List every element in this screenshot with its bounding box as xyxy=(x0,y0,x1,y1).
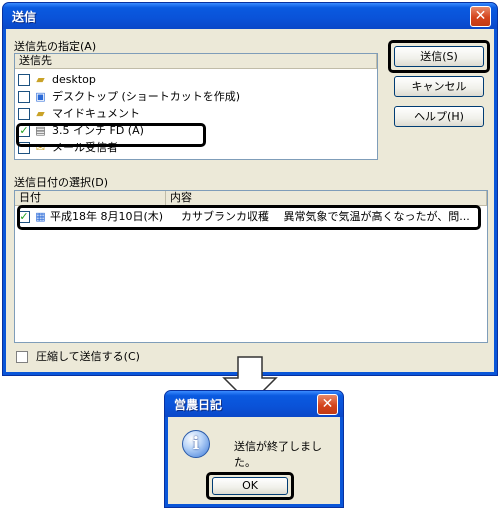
folder-icon: ▰ xyxy=(36,73,45,86)
dest-checkbox[interactable] xyxy=(18,91,30,103)
floppy-highlight-frame xyxy=(16,123,206,147)
compress-label: 圧縮して送信する(C) xyxy=(36,350,140,363)
close-icon[interactable]: ✕ xyxy=(317,394,338,415)
message-text: 送信が終了しました。 xyxy=(234,440,322,469)
dest-group-label: 送信先の指定(A) xyxy=(14,40,97,53)
message-box: 営農日記 ✕ i 送信が終了しました。 OK xyxy=(164,390,344,508)
date-row-highlight-frame xyxy=(17,205,481,230)
dest-checkbox[interactable] xyxy=(18,74,30,86)
dest-item-label: desktop xyxy=(52,73,96,86)
info-icon: i xyxy=(182,430,210,458)
ok-highlight-frame xyxy=(206,472,294,500)
help-button[interactable]: ヘルプ(H) xyxy=(394,106,484,127)
message-box-titlebar[interactable]: 営農日記 ✕ xyxy=(165,391,343,417)
date-group-label: 送信日付の選択(D) xyxy=(14,176,109,189)
date-column-header[interactable]: 日付 xyxy=(15,191,166,206)
close-icon[interactable]: ✕ xyxy=(470,6,491,27)
send-dialog-body: 送信先の指定(A) 送信先 ▰ desktop ▣ デスクトップ (ショートカッ… xyxy=(6,29,494,372)
compress-checkbox[interactable] xyxy=(16,351,28,363)
send-dialog-title: 送信 xyxy=(12,10,37,24)
message-box-title: 営農日記 xyxy=(174,398,223,412)
dest-column-header[interactable]: 送信先 xyxy=(15,54,377,69)
content-column-header[interactable]: 内容 xyxy=(166,191,487,206)
dest-item-label: デスクトップ (ショートカットを作成) xyxy=(52,90,241,103)
dest-item-label: マイドキュメント xyxy=(52,107,140,120)
cancel-button[interactable]: キャンセル xyxy=(394,76,484,97)
compress-option[interactable]: 圧縮して送信する(C) xyxy=(16,349,216,366)
send-dialog: 送信 ✕ 送信先の指定(A) 送信先 ▰ desktop ▣ デスクトップ (シ… xyxy=(2,2,498,376)
desktop-icon: ▣ xyxy=(35,90,46,103)
send-dialog-titlebar[interactable]: 送信 ✕ xyxy=(3,3,497,29)
folder-icon: ▰ xyxy=(36,107,45,120)
dest-checkbox[interactable] xyxy=(18,108,30,120)
message-box-body: i 送信が終了しました。 OK xyxy=(168,417,340,504)
send-highlight-frame xyxy=(388,40,490,73)
